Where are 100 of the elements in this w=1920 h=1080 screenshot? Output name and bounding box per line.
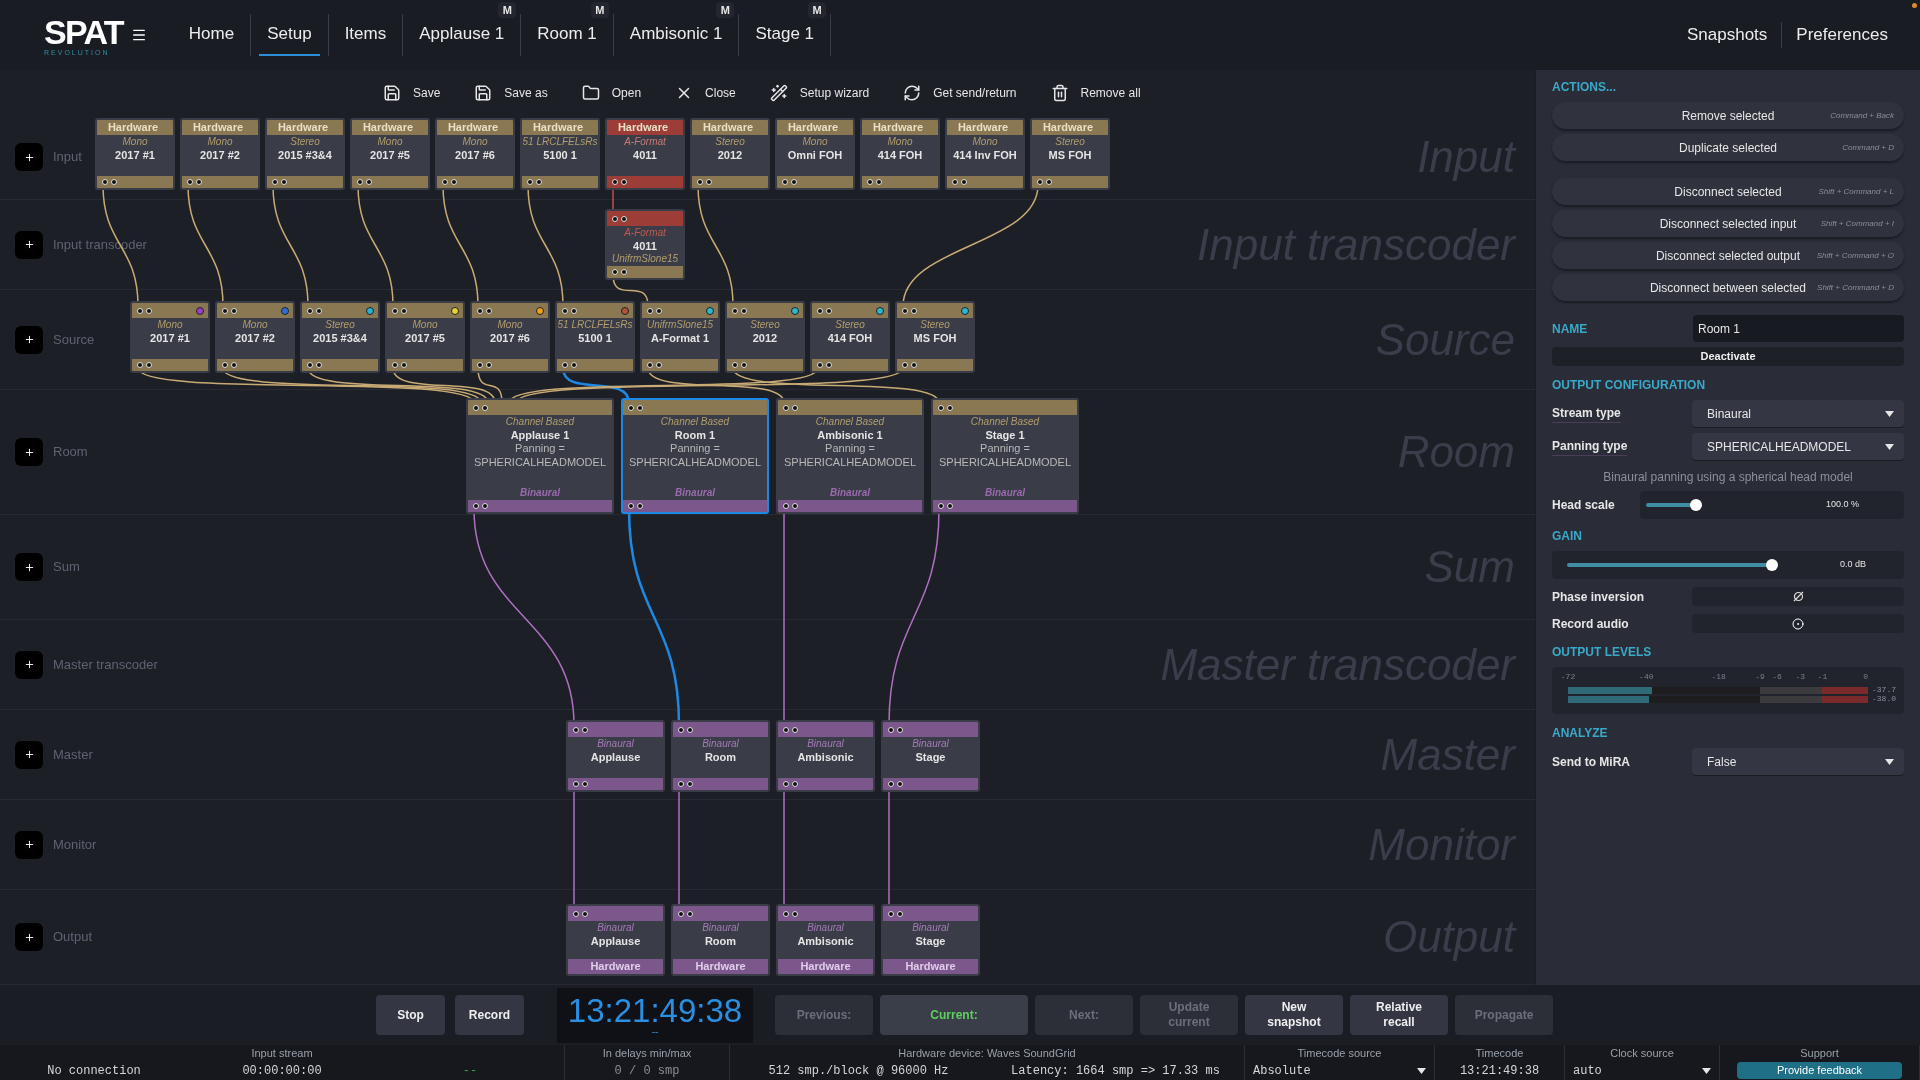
node-card[interactable]: Hardware Mono 2017 #1 — [95, 118, 175, 190]
stream-type-select[interactable]: Binaural — [1692, 400, 1904, 427]
node-card[interactable]: Channel Based Room 1 Panning = SPHERICALHEADMODEL Binaural — [621, 398, 769, 514]
transport-button[interactable]: Record — [455, 995, 524, 1035]
slider-thumb[interactable] — [1689, 499, 1702, 511]
node-footer: Hardware — [673, 959, 768, 974]
node-card[interactable]: Binaural Stage — [881, 720, 980, 792]
node-card[interactable]: Hardware Mono 414 Inv FOH — [945, 118, 1025, 190]
name-field[interactable]: Room 1 — [1693, 315, 1904, 342]
node-card[interactable]: Binaural Room Hardware — [671, 904, 770, 976]
action-button[interactable]: Disconnect selected Shift + Command + L — [1552, 178, 1904, 205]
snapshot-button[interactable]: Current: — [880, 995, 1028, 1035]
status-value: 0 / 0 smp — [614, 1062, 680, 1080]
toolbar-button[interactable]: Open — [581, 83, 642, 102]
node-card[interactable]: Mono 2017 #5 — [385, 301, 465, 373]
node-card[interactable]: Hardware Stereo MS FOH — [1030, 118, 1110, 190]
dropdown-arrow-icon — [1702, 1067, 1711, 1074]
lane-label: Sum — [53, 558, 80, 577]
node-card[interactable]: Hardware 51 LRCLFELsRs 5100 1 — [520, 118, 600, 190]
node-card[interactable]: Stereo 2012 — [725, 301, 805, 373]
node-title: 414 FOH — [827, 331, 873, 346]
toolbar-button[interactable]: Save — [383, 83, 441, 102]
node-card[interactable]: A-Format 4011 UnifrmSlone15 — [605, 209, 685, 280]
dropdown-arrow-icon — [1885, 443, 1894, 450]
node-card[interactable]: Binaural Applause — [566, 720, 665, 792]
toolbar-button[interactable]: Remove all — [1050, 83, 1141, 102]
node-card[interactable]: 51 LRCLFELsRs 5100 1 — [555, 301, 635, 373]
tab-badge: M — [590, 2, 609, 18]
nav-tab[interactable]: Home — [180, 14, 243, 56]
nav-tab[interactable]: Preferences — [1781, 22, 1902, 48]
node-card[interactable]: Binaural Ambisonic — [776, 720, 875, 792]
plus-icon — [23, 151, 35, 163]
node-detail: Panning = — [515, 442, 565, 456]
node-format: Binaural — [807, 738, 844, 751]
action-button[interactable]: Disconnect selected input Shift + Command + I — [1552, 210, 1904, 237]
deactivate-button[interactable]: Deactivate — [1552, 347, 1904, 366]
nav-tab[interactable]: Items — [336, 14, 395, 56]
nav-tab[interactable]: Setup — [259, 14, 320, 56]
feedback-button[interactable]: Provide feedback — [1737, 1062, 1902, 1079]
status-select[interactable]: auto — [1565, 1061, 1719, 1080]
node-card[interactable]: Hardware Mono Omni FOH — [775, 118, 855, 190]
node-title: Ambisonic 1 — [817, 428, 883, 443]
plus-icon — [23, 749, 35, 760]
menu-icon[interactable] — [130, 27, 147, 43]
node-card[interactable]: Mono 2017 #1 — [130, 301, 210, 373]
action-button[interactable]: Duplicate selected Command + D — [1552, 134, 1904, 161]
toggle-button[interactable] — [1692, 614, 1904, 633]
toolbar-button[interactable]: Close — [675, 83, 736, 102]
node-format: Stereo — [325, 319, 355, 332]
nav-tab[interactable]: Snapshots — [1673, 22, 1782, 48]
node-card[interactable]: Channel Based Applause 1 Panning = SPHERICALHEADMODEL Binaural — [466, 398, 614, 514]
slider-thumb[interactable] — [1766, 559, 1778, 571]
node-card[interactable]: Hardware Mono 2017 #6 — [435, 118, 515, 190]
node-detail: SPHERICALHEADMODEL — [473, 456, 606, 470]
lane-label: Monitor — [53, 835, 97, 854]
node-format: Mono — [887, 136, 913, 149]
trash-icon — [1050, 83, 1069, 102]
node-card[interactable]: Hardware Stereo 2015 #3&4 — [265, 118, 345, 190]
node-card[interactable]: Binaural Ambisonic Hardware — [776, 904, 875, 976]
node-card[interactable]: Stereo MS FOH — [895, 301, 975, 373]
status-select[interactable]: Absolute — [1245, 1061, 1434, 1080]
node-card[interactable]: Binaural Room — [671, 720, 770, 792]
node-card[interactable]: Hardware Mono 2017 #5 — [350, 118, 430, 190]
node-header: Hardware — [437, 120, 513, 135]
node-card[interactable]: Hardware Mono 2017 #2 — [180, 118, 260, 190]
node-card[interactable]: Hardware Stereo 2012 — [690, 118, 770, 190]
node-title: 4011 — [633, 239, 657, 254]
node-card[interactable]: Mono 2017 #6 — [470, 301, 550, 373]
action-button[interactable]: Disconnect between selected Shift + Command + D — [1552, 274, 1904, 301]
send-to-mira-select[interactable]: False — [1692, 748, 1904, 775]
snapshot-button[interactable]: Relative recall — [1350, 995, 1448, 1035]
action-button[interactable]: Disconnect selected output Shift + Command + O — [1552, 242, 1904, 269]
slider-value: 100.0 % — [1825, 498, 1859, 512]
node-card[interactable]: Binaural Applause Hardware — [566, 904, 665, 976]
node-card[interactable]: Stereo 2015 #3&4 — [300, 301, 380, 373]
lane-label: Master — [53, 745, 93, 764]
node-card[interactable]: Hardware A-Format 4011 — [605, 118, 685, 190]
node-format: UnifrmSlone15 — [646, 319, 714, 332]
toolbar-button[interactable]: Save as — [474, 83, 548, 102]
node-card[interactable]: Stereo 414 FOH — [810, 301, 890, 373]
panning-type-select[interactable]: SPHERICALHEADMODEL — [1692, 433, 1904, 460]
node-card[interactable]: Mono 2017 #2 — [215, 301, 295, 373]
node-card[interactable]: Channel Based Stage 1 Panning = SPHERICALHEADMODEL Binaural — [931, 398, 1079, 514]
description-text: Binaural panning using a spherical head model — [1602, 469, 1854, 486]
node-title: 2015 #3&4 — [278, 148, 332, 163]
node-title: Room — [704, 934, 737, 949]
snapshot-button[interactable]: New snapshot — [1245, 995, 1343, 1035]
node-title: 2012 — [752, 331, 778, 346]
transport-button[interactable]: Stop — [376, 995, 445, 1035]
node-card[interactable]: Hardware Mono 414 FOH — [860, 118, 940, 190]
folder-icon — [581, 83, 600, 102]
node-title: Stage 1 — [985, 428, 1025, 443]
node-card[interactable]: Binaural Stage Hardware — [881, 904, 980, 976]
node-card[interactable]: UnifrmSlone15 A-Format 1 — [640, 301, 720, 373]
node-card[interactable]: Channel Based Ambisonic 1 Panning = SPHERICALHEADMODEL Binaural — [776, 398, 924, 514]
action-button[interactable]: Remove selected Command + Back — [1552, 102, 1904, 129]
toggle-button[interactable] — [1692, 587, 1904, 606]
toolbar-button[interactable]: Get send/return — [903, 83, 1017, 102]
toolbar-button[interactable]: Setup wizard — [769, 83, 870, 102]
node-format: Mono — [412, 319, 438, 332]
